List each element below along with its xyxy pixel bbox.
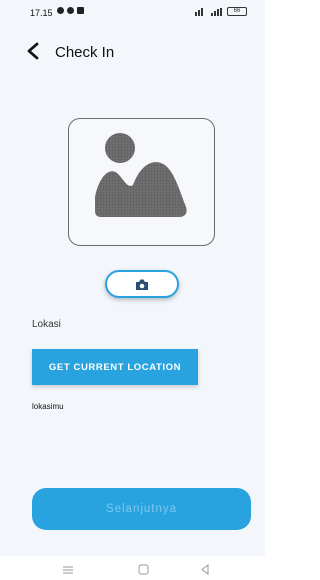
app-bar: Check In <box>0 28 265 76</box>
battery-icon: 66 <box>227 7 247 16</box>
next-button[interactable]: Selanjutnya <box>32 488 251 530</box>
status-time: 17.15 <box>30 8 53 18</box>
photo-preview <box>68 118 215 246</box>
signal-icon <box>211 7 223 16</box>
back-icon[interactable] <box>200 562 210 580</box>
notification-icon <box>67 7 74 14</box>
status-notification-icons <box>57 7 84 14</box>
get-current-location-button[interactable]: GET CURRENT LOCATION <box>32 349 198 385</box>
system-nav-bar <box>0 556 265 580</box>
back-button[interactable] <box>20 38 46 64</box>
notification-icon <box>77 7 84 14</box>
chevron-left-icon <box>27 42 39 60</box>
image-placeholder-icon <box>95 133 187 217</box>
page-title: Check In <box>55 44 115 61</box>
notification-icon <box>57 7 64 14</box>
alarm-icon <box>195 7 207 16</box>
camera-button[interactable] <box>105 270 179 298</box>
home-icon[interactable] <box>138 562 149 580</box>
check-in-screen: 17.15 66 Check In Lokasi GET CURRENT LOC… <box>0 0 265 580</box>
status-system-icons: 66 <box>195 7 247 16</box>
location-label: Lokasi <box>32 319 61 330</box>
status-bar: 17.15 66 <box>0 0 265 26</box>
camera-icon <box>136 279 148 290</box>
menu-icon[interactable] <box>62 562 74 580</box>
location-value: lokasimu <box>32 402 64 411</box>
